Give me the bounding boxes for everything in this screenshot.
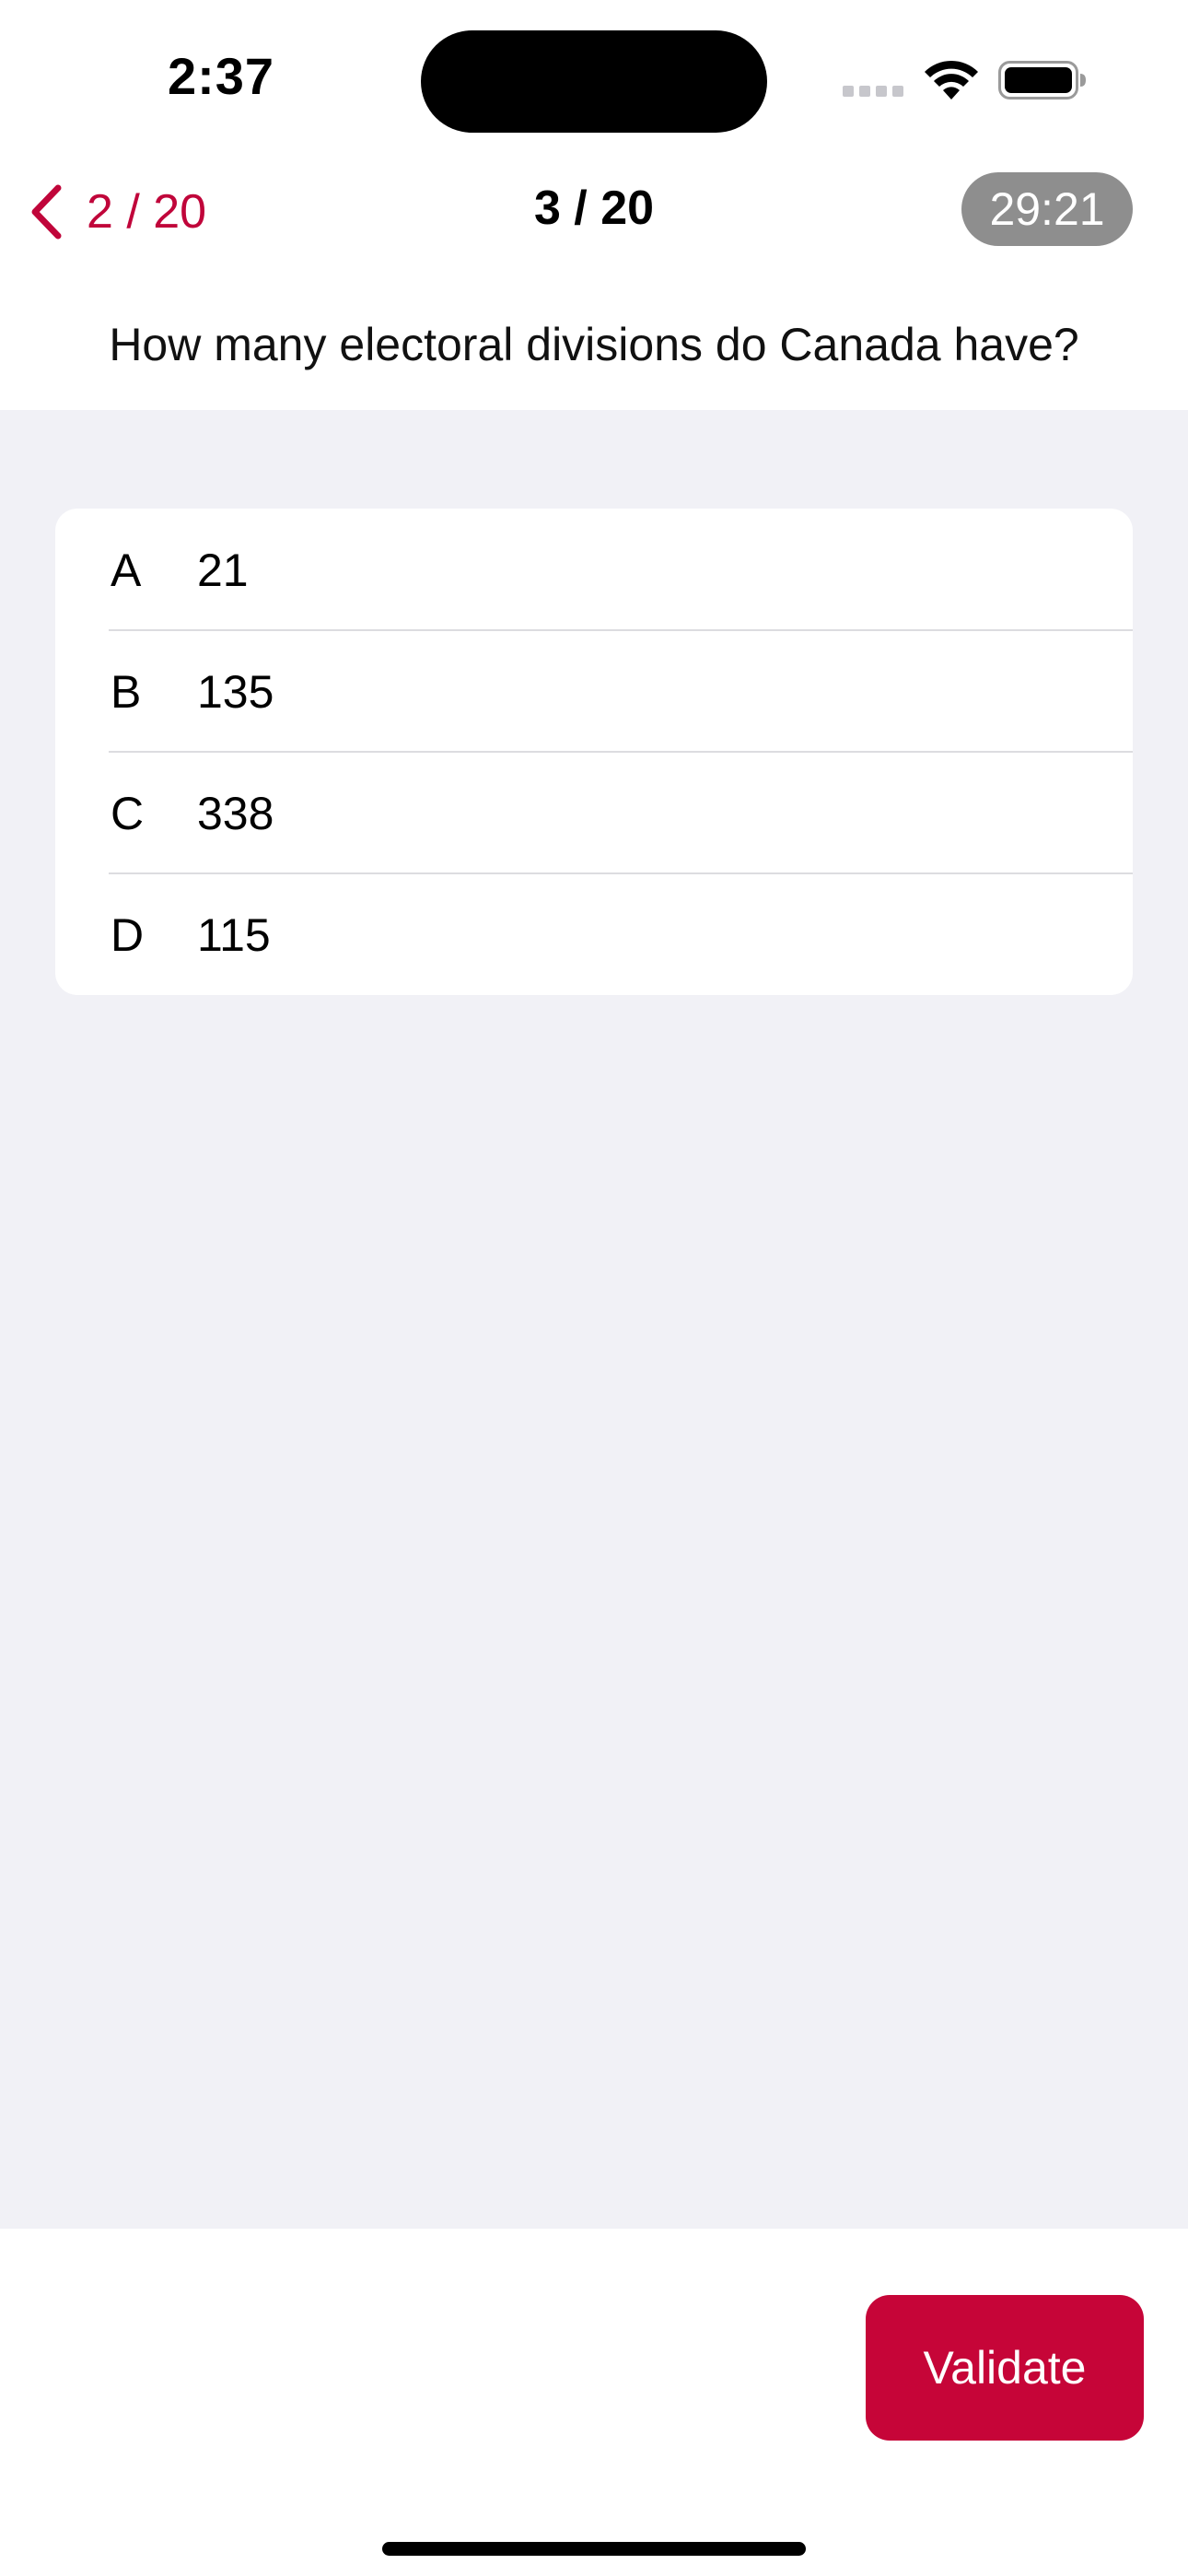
answer-value: 21: [197, 544, 249, 596]
signal-icon: [843, 86, 903, 99]
answer-value: 135: [197, 666, 274, 718]
home-indicator[interactable]: [382, 2542, 806, 2556]
content-area: A 21 B 135 C 338 D 115: [0, 410, 1188, 2229]
answer-option-b[interactable]: B 135: [55, 630, 1133, 752]
answer-option-c[interactable]: C 338: [55, 752, 1133, 873]
answer-value: 338: [197, 788, 274, 839]
chevron-left-icon: [31, 184, 62, 240]
status-time: 2:37: [167, 47, 275, 105]
answer-value: 115: [197, 909, 271, 961]
wifi-icon: [925, 60, 978, 100]
answer-letter: B: [111, 666, 142, 718]
answer-letter: D: [111, 909, 145, 961]
validate-button[interactable]: Validate: [866, 2295, 1144, 2441]
navigation-bar: 2 / 20 3 / 20 29:21: [0, 157, 1188, 263]
timer-badge: 29:21: [961, 172, 1133, 246]
question-area: How many electoral divisions do Canada h…: [0, 263, 1188, 410]
answers-list: A 21 B 135 C 338 D 115: [55, 509, 1133, 995]
answer-letter: C: [111, 788, 145, 839]
battery-icon: [998, 61, 1086, 100]
answer-option-a[interactable]: A 21: [55, 509, 1133, 630]
question-counter: 3 / 20: [533, 181, 655, 235]
status-bar: 2:37: [0, 0, 1188, 157]
back-button[interactable]: 2 / 20: [28, 180, 206, 244]
bottom-bar: Validate: [0, 2229, 1188, 2576]
back-button-label: 2 / 20: [87, 185, 207, 239]
question-text: How many electoral divisions do Canada h…: [109, 319, 1079, 370]
dynamic-island: [421, 30, 767, 133]
answer-letter: A: [111, 544, 142, 596]
answer-option-d[interactable]: D 115: [55, 873, 1133, 995]
